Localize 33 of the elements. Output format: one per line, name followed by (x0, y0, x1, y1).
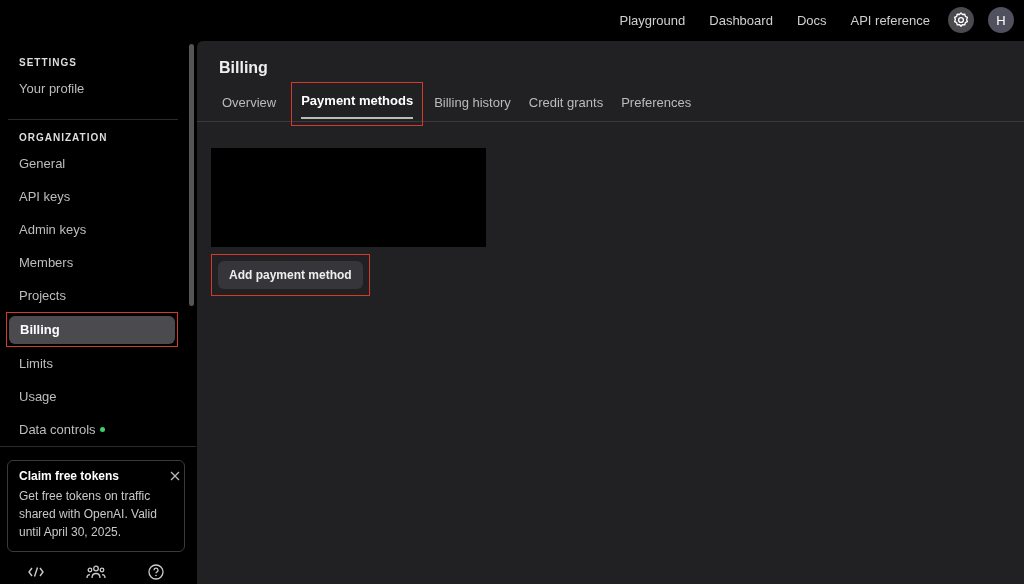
scrollbar[interactable] (189, 44, 194, 306)
sidebar-item[interactable]: General (7, 149, 177, 178)
sidebar-item[interactable]: Your profile (7, 74, 177, 103)
promo-title: Claim free tokens (19, 469, 121, 483)
avatar-button[interactable]: H (988, 7, 1014, 33)
sidebar-item[interactable]: Limits (7, 349, 177, 378)
sidebar-item[interactable]: Billing (9, 315, 175, 344)
tab[interactable]: Payment methods (301, 83, 414, 119)
sidebar-item[interactable]: Data controls (7, 415, 177, 444)
sidebar-item[interactable]: Projects (7, 281, 177, 310)
section-heading: ORGANIZATION (18, 132, 109, 145)
close-icon[interactable] (170, 471, 180, 481)
section-heading: SETTINGS (18, 57, 78, 70)
settings-icon (952, 11, 970, 29)
nav-link[interactable]: Playground (619, 12, 686, 28)
tab[interactable]: Overview (220, 85, 285, 120)
code-icon[interactable] (28, 567, 44, 577)
sidebar-item[interactable]: Usage (7, 382, 177, 411)
sidebar-item[interactable]: Members (7, 248, 177, 277)
sidebar-item[interactable]: Admin keys (7, 215, 177, 244)
tab[interactable]: Preferences (613, 85, 700, 120)
tab[interactable]: Billing history (426, 85, 519, 120)
settings-button[interactable] (948, 7, 974, 33)
nav-link[interactable]: Docs (796, 12, 827, 28)
help-icon[interactable] (148, 564, 164, 580)
nav-link[interactable]: API reference (850, 12, 930, 28)
page-title: Billing (219, 59, 269, 77)
promo-text: Get free tokens on traffic shared with OpenAI. Valid until April 30, 2025. (19, 488, 158, 541)
nav-link[interactable]: Dashboard (709, 12, 773, 28)
add-payment-method-button[interactable]: Add payment method (218, 261, 363, 289)
people-icon[interactable] (86, 565, 106, 579)
sidebar-item[interactable]: API keys (7, 182, 177, 211)
tab[interactable]: Credit grants (520, 85, 612, 120)
